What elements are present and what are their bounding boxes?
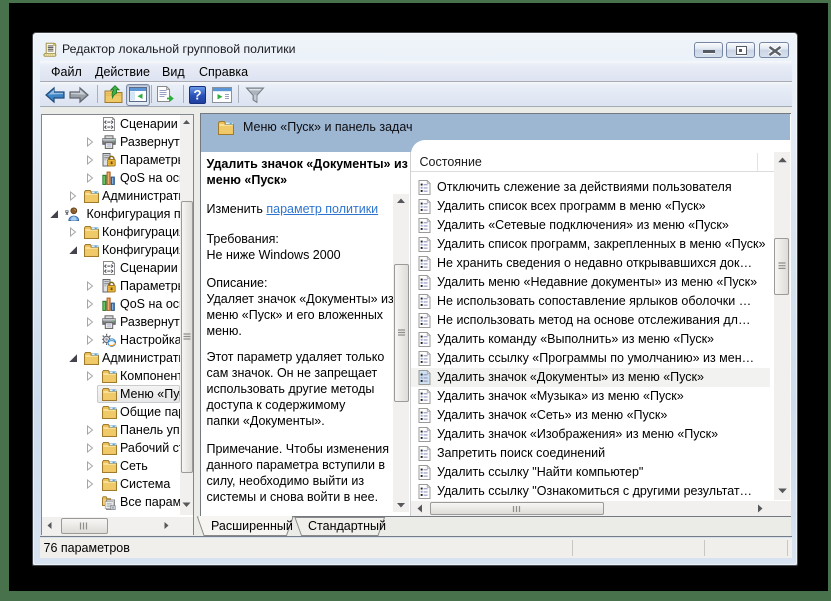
svg-text:?: ? <box>193 88 201 103</box>
